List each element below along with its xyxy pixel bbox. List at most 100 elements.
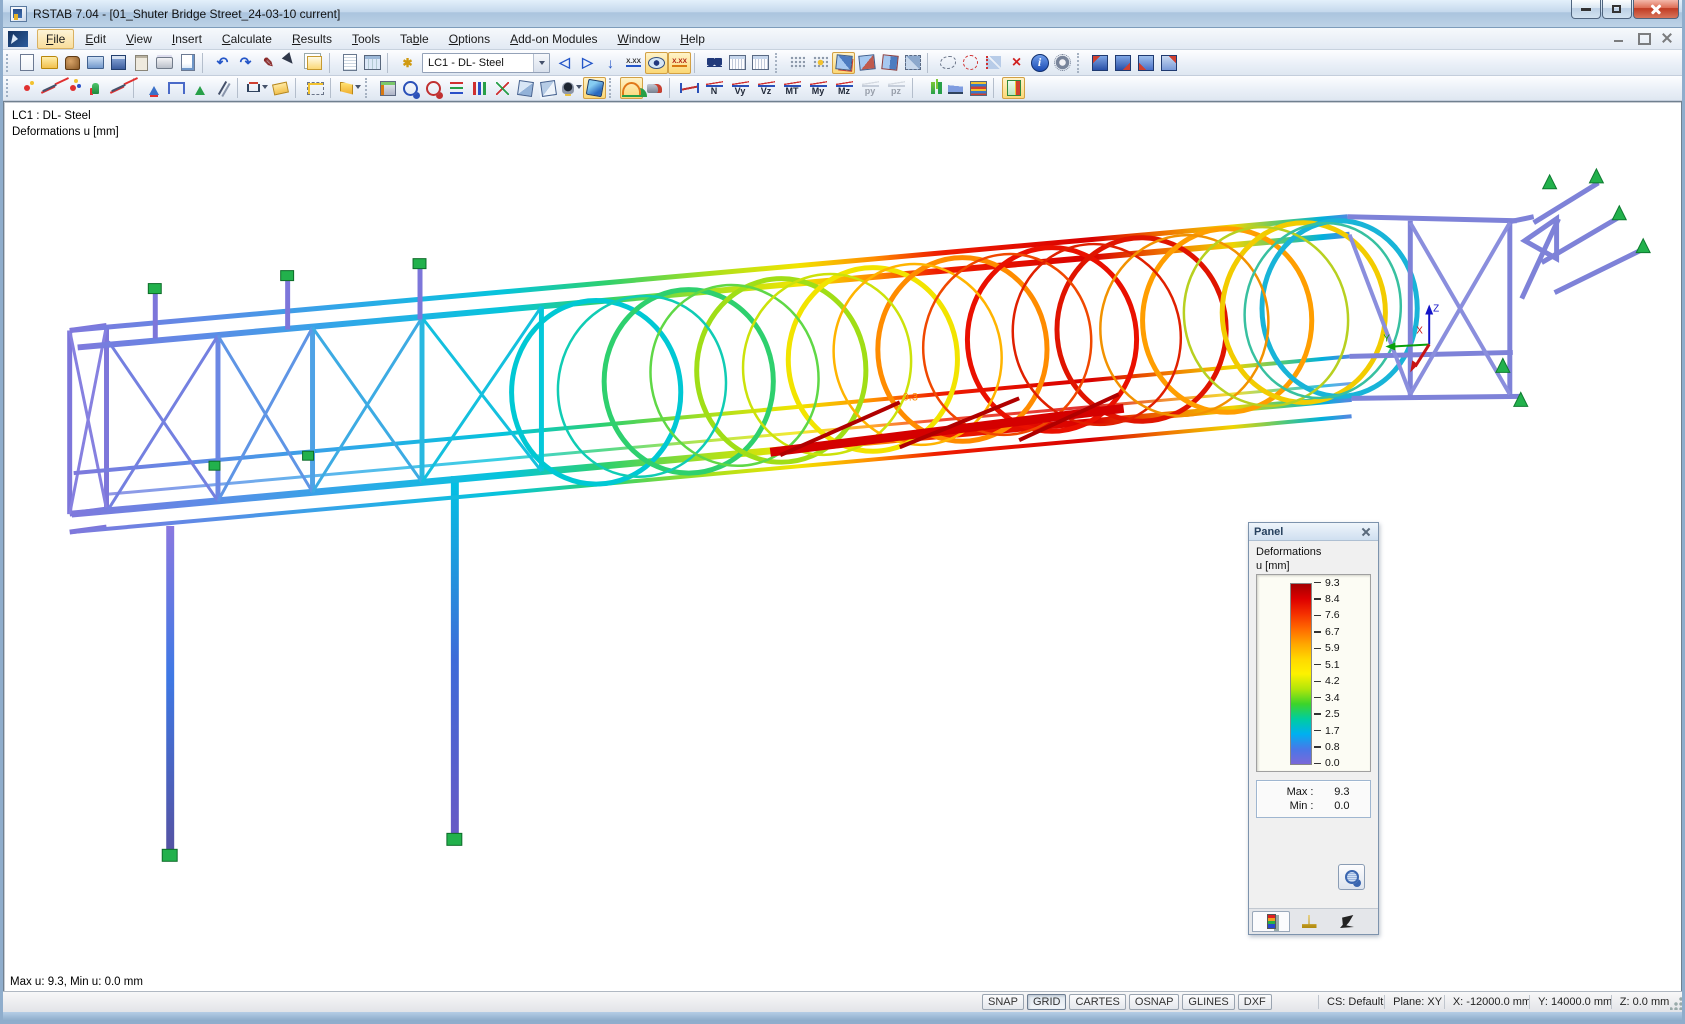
open-file-icon[interactable] xyxy=(38,52,61,74)
perspective-view-icon[interactable] xyxy=(537,77,560,99)
menu-item[interactable]: Options xyxy=(440,29,499,49)
tab-color-scale[interactable] xyxy=(1252,911,1290,932)
next-load-case-icon[interactable]: ▷ xyxy=(576,52,599,74)
calculation-selected-icon[interactable] xyxy=(749,52,772,74)
new-support-icon[interactable] xyxy=(142,77,165,99)
result-type-button[interactable]: My xyxy=(805,77,831,99)
menu-item[interactable]: View xyxy=(117,29,161,49)
view-along-z-icon[interactable] xyxy=(491,77,514,99)
snap-icon[interactable] xyxy=(809,52,832,74)
select-region-icon[interactable] xyxy=(304,77,327,99)
panel-title-bar[interactable]: Panel xyxy=(1249,523,1378,541)
open-project-icon[interactable] xyxy=(61,52,84,74)
save-project-icon[interactable] xyxy=(84,52,107,74)
clipboard-icon[interactable] xyxy=(130,52,153,74)
member-hinge-icon[interactable] xyxy=(165,77,188,99)
comment-icon[interactable] xyxy=(269,77,292,99)
member-on-member-icon[interactable] xyxy=(84,77,107,99)
resize-grip-icon[interactable] xyxy=(1670,997,1683,1010)
menu-item[interactable]: Calculate xyxy=(213,29,281,49)
result-diagram-icon[interactable] xyxy=(944,77,967,99)
workplane-xy-icon[interactable] xyxy=(832,52,855,74)
menu-item[interactable]: File xyxy=(37,29,74,49)
minimize-button[interactable] xyxy=(1571,0,1601,19)
menu-item[interactable]: Window xyxy=(609,29,670,49)
workplane-pick-icon[interactable] xyxy=(901,52,924,74)
set-load-case-icon[interactable]: ↓ xyxy=(599,52,622,74)
status-toggle[interactable]: DXF xyxy=(1238,994,1272,1010)
previous-load-case-icon[interactable]: ◁ xyxy=(553,52,576,74)
camera-view-icon[interactable] xyxy=(560,77,583,99)
view-glasses-icon[interactable] xyxy=(703,52,726,74)
settings-icon[interactable] xyxy=(1051,52,1074,74)
new-load-case-icon[interactable]: ✱ xyxy=(396,52,419,74)
load-case-combobox[interactable]: LC1 - DL- Steel xyxy=(422,53,550,73)
support-rotation-icon[interactable] xyxy=(188,77,211,99)
panel-details-button[interactable] xyxy=(1338,864,1365,890)
print-preview-icon[interactable] xyxy=(176,52,199,74)
result-type-button[interactable]: Mz xyxy=(831,77,857,99)
new-file-icon[interactable] xyxy=(15,52,38,74)
render-model-icon[interactable] xyxy=(583,77,606,99)
calculate-icon[interactable] xyxy=(376,77,399,99)
combo-dropdown-icon[interactable] xyxy=(533,54,549,72)
status-toggle[interactable]: GLINES xyxy=(1182,994,1234,1010)
delete-cross-icon[interactable]: × xyxy=(1005,52,1028,74)
isometric-view-icon[interactable] xyxy=(514,77,537,99)
restore-button[interactable] xyxy=(1602,0,1632,19)
result-section-icon[interactable] xyxy=(643,77,666,99)
workplane-xz-icon[interactable] xyxy=(878,52,901,74)
extend-member-icon[interactable] xyxy=(107,77,130,99)
result-type-button[interactable]: pz xyxy=(883,77,909,99)
panel-close-icon[interactable] xyxy=(1359,525,1373,539)
menu-item[interactable]: Tools xyxy=(343,29,389,49)
polyline-select-icon[interactable] xyxy=(936,52,959,74)
rotate-icon[interactable] xyxy=(959,52,982,74)
visibility-2-icon[interactable] xyxy=(1111,52,1134,74)
visibility-mode-icon[interactable] xyxy=(339,77,362,99)
new-node-icon[interactable] xyxy=(15,77,38,99)
table-grid-icon[interactable] xyxy=(361,52,384,74)
panel-toggle-icon[interactable] xyxy=(1002,77,1025,99)
deformation-u-icon[interactable] xyxy=(678,77,701,99)
calculation-all-icon[interactable] xyxy=(726,52,749,74)
new-member-icon[interactable] xyxy=(38,77,61,99)
menu-item[interactable]: Insert xyxy=(163,29,211,49)
edit-pen-icon[interactable]: ✎ xyxy=(257,52,280,74)
dimension-icon[interactable] xyxy=(246,77,269,99)
model-viewport[interactable]: LC1 : DL- Steel Deformations u [mm] xyxy=(3,101,1682,994)
result-table-icon[interactable] xyxy=(967,77,990,99)
table-view-icon[interactable] xyxy=(338,52,361,74)
redo-icon[interactable]: ↷ xyxy=(234,52,257,74)
grid-icon[interactable] xyxy=(786,52,809,74)
result-type-button[interactable]: MT xyxy=(779,77,805,99)
animate-deformation-icon[interactable] xyxy=(921,77,944,99)
menu-item[interactable]: Results xyxy=(283,29,341,49)
workplane-yz-icon[interactable] xyxy=(855,52,878,74)
visibility-4-icon[interactable] xyxy=(1157,52,1180,74)
result-type-button[interactable]: N xyxy=(701,77,727,99)
member-division-icon[interactable] xyxy=(211,77,234,99)
menu-item[interactable]: Table xyxy=(391,29,438,49)
pick-object-icon[interactable] xyxy=(280,52,303,74)
zoom-out-icon[interactable] xyxy=(422,77,445,99)
mdi-restore-icon[interactable] xyxy=(1635,31,1651,45)
undo-icon[interactable]: ↶ xyxy=(211,52,234,74)
toolbar-grip[interactable] xyxy=(6,54,11,72)
result-type-button[interactable]: Vy xyxy=(727,77,753,99)
bridge-model[interactable]: Z Y X 9.3 xyxy=(4,102,1681,993)
view-along-y-icon[interactable] xyxy=(468,77,491,99)
tab-filter[interactable] xyxy=(1328,911,1366,932)
view-along-x-icon[interactable] xyxy=(445,77,468,99)
show-deformation-icon[interactable] xyxy=(620,77,643,99)
show-values-icon[interactable]: X.XX xyxy=(622,52,645,74)
title-bar[interactable]: RSTAB 7.04 - [01_Shuter Bridge Street_24… xyxy=(0,0,1685,28)
info-icon[interactable]: i xyxy=(1028,52,1051,74)
result-type-button[interactable]: Vz xyxy=(753,77,779,99)
connect-nodes-icon[interactable] xyxy=(61,77,84,99)
new-window-icon[interactable] xyxy=(303,52,326,74)
result-type-button[interactable]: py xyxy=(857,77,883,99)
save-icon[interactable] xyxy=(107,52,130,74)
mdi-minimize-icon[interactable] xyxy=(1611,31,1627,45)
toolbar-grip[interactable] xyxy=(6,79,11,97)
